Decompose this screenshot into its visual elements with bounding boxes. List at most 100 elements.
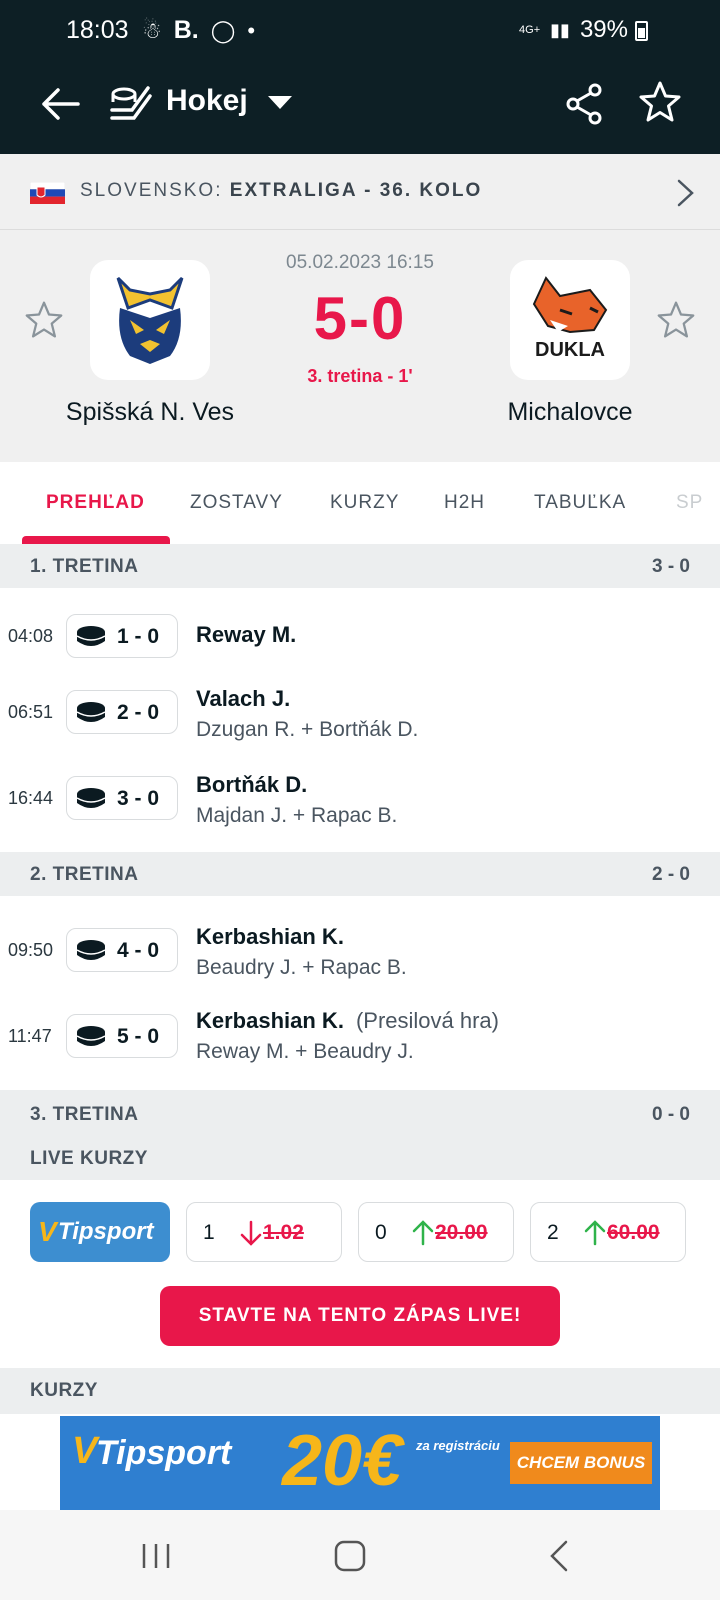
recent-apps-icon[interactable]	[136, 1536, 176, 1576]
event-time: 06:51	[8, 702, 54, 722]
arrow-up-icon	[412, 1220, 434, 1246]
banner-amount: 20€	[282, 1421, 403, 1501]
bet-live-button[interactable]: STAVTE NA TENTO ZÁPAS LIVE!	[160, 1286, 560, 1346]
puck-icon	[76, 940, 106, 960]
odd-key: 0	[375, 1221, 387, 1244]
status-notification-icons: ☃ B. ◯ •	[142, 16, 255, 45]
puck-icon	[76, 788, 106, 808]
system-nav-bar	[0, 1510, 720, 1600]
away-logo-text: DUKLA	[535, 339, 605, 361]
tab-kurzy[interactable]: KURZY	[330, 492, 399, 514]
goal-score-chip: 3 - 0	[66, 776, 178, 820]
chevron-right-icon	[677, 179, 694, 207]
away-favorite-star-icon[interactable]	[656, 300, 696, 340]
favorite-star-icon[interactable]	[638, 80, 682, 124]
odd-value: 20.00	[435, 1221, 488, 1244]
signal-icon: ▮▮	[550, 19, 570, 40]
banner-brand: Tipsport	[96, 1434, 232, 1472]
assist-names: Dzugan R. + Bortňák D.	[196, 718, 419, 741]
tab-prehlad[interactable]: PREHĽAD	[46, 492, 145, 514]
period-score: 2 - 0	[651, 864, 690, 885]
goal-event[interactable]: 16:44 3 - 0 Bortňák D. Majdan J. + Rapac…	[0, 752, 720, 836]
tab-tabulka[interactable]: TABUĽKA	[534, 492, 626, 514]
back-arrow-icon[interactable]	[38, 82, 82, 126]
assist-names: Majdan J. + Rapac B.	[196, 804, 398, 827]
active-tab-indicator	[22, 536, 170, 544]
puck-icon	[76, 702, 106, 722]
odd-key: 2	[547, 1221, 559, 1244]
battery-icon	[635, 21, 648, 41]
sport-dropdown-icon[interactable]	[268, 96, 292, 109]
notification-app-icon: ☃	[142, 17, 162, 43]
event-time: 16:44	[8, 788, 54, 808]
banner-registration: za registráciu	[416, 1438, 500, 1453]
match-score: 5-0	[313, 285, 407, 352]
goal-score-chip: 1 - 0	[66, 614, 178, 658]
tab-more-partial[interactable]: SP	[676, 492, 703, 514]
home-team-logo[interactable]	[90, 260, 210, 380]
instagram-icon: ◯	[210, 17, 236, 43]
notification-dot-icon: •	[247, 17, 256, 43]
match-tabs: PREHĽAD ZOSTAVY KURZY H2H TABUĽKA SP	[0, 462, 720, 544]
goal-note: (Presilová hra)	[355, 1008, 499, 1033]
match-period: 3. tretina - 1'	[307, 366, 413, 386]
period-header: 1. TRETINA 3 - 0	[0, 544, 720, 588]
battery-level: 39%	[579, 16, 628, 43]
odd-home[interactable]: 1 1.02	[186, 1202, 342, 1262]
goal-score-chip: 5 - 0	[66, 1014, 178, 1058]
away-team-logo[interactable]: DUKLA	[510, 260, 630, 380]
odds-section-header: KURZY	[0, 1368, 720, 1414]
tipsport-logo-button[interactable]: V Tipsport	[30, 1202, 170, 1262]
league-country: SLOVENSKO:	[80, 180, 223, 201]
tab-h2h[interactable]: H2H	[444, 492, 485, 514]
event-time: 11:47	[8, 1026, 52, 1046]
assist-names: Beaudry J. + Rapac B.	[196, 956, 407, 979]
goal-score: 5 - 0	[117, 1025, 160, 1048]
goal-score: 3 - 0	[117, 787, 160, 810]
period-score: 3 - 0	[651, 556, 690, 577]
scorer-name: Valach J.	[196, 686, 291, 711]
tipsport-v-icon: V	[38, 1216, 57, 1247]
share-icon[interactable]	[565, 82, 605, 126]
period-label: 1. TRETINA	[30, 556, 139, 577]
home-icon[interactable]	[330, 1536, 370, 1576]
assist-names: Reway M. + Beaudry J.	[196, 1040, 414, 1063]
sport-title[interactable]: Hokej	[166, 84, 248, 118]
odd-draw[interactable]: 0 20.00	[358, 1202, 514, 1262]
league-row[interactable]: SLOVENSKO: EXTRALIGA - 36. KOLO	[0, 154, 720, 230]
back-nav-icon[interactable]	[540, 1536, 580, 1576]
odd-value: 1.02	[263, 1221, 304, 1244]
scorer-name-text: Kerbashian K.	[196, 1008, 344, 1033]
slovakia-flag-icon	[30, 182, 65, 204]
status-bar: 18:03 ☃ B. ◯ • 4G+ ▮▮ 39%	[0, 0, 720, 62]
odd-away[interactable]: 2 60.00	[530, 1202, 686, 1262]
period-header: 2. TRETINA 2 - 0	[0, 852, 720, 896]
live-odds-title: LIVE KURZY	[30, 1148, 148, 1169]
tab-zostavy[interactable]: ZOSTAVY	[190, 492, 283, 514]
goal-score: 1 - 0	[117, 625, 160, 648]
puck-icon	[76, 1026, 106, 1046]
goal-score-chip: 4 - 0	[66, 928, 178, 972]
scorer-name: Kerbashian K.	[196, 924, 344, 949]
league-name: SLOVENSKO: EXTRALIGA - 36. KOLO	[80, 180, 482, 202]
period-header: 3. TRETINA 0 - 0 LIVE KURZY	[0, 1090, 720, 1180]
home-team-name[interactable]: Spišská N. Ves	[30, 398, 270, 427]
goal-event[interactable]: 09:50 4 - 0 Kerbashian K. Beaudry J. + R…	[0, 904, 720, 988]
lynx-logo-icon	[116, 276, 184, 364]
hockey-sport-icon[interactable]	[110, 84, 152, 124]
goal-event[interactable]: 06:51 2 - 0 Valach J. Dzugan R. + Bortňá…	[0, 666, 720, 750]
goal-event[interactable]: 11:47 5 - 0 Kerbashian K. (Presilová hra)…	[0, 990, 720, 1074]
arrow-down-icon	[240, 1220, 262, 1246]
notification-b-icon: B.	[173, 16, 199, 44]
odd-key: 1	[203, 1221, 215, 1244]
banner-bonus-button[interactable]: CHCEM BONUS	[510, 1442, 652, 1484]
scorer-name: Reway M.	[196, 622, 297, 647]
away-team-name[interactable]: Michalovce	[450, 398, 690, 427]
tipsport-banner[interactable]: V Tipsport 20€ za registráciu CHCEM BONU…	[60, 1416, 660, 1510]
home-favorite-star-icon[interactable]	[24, 300, 64, 340]
match-header: DUKLA 05.02.2023 16:15 5-0 3. tretina - …	[0, 230, 720, 462]
live-odds-panel: V Tipsport 1 1.02 0 20.00 2 60.00 STAVTE…	[0, 1180, 720, 1380]
goal-event[interactable]: 04:08 1 - 0 Reway M.	[0, 590, 720, 674]
period-label: 2. TRETINA	[30, 864, 139, 885]
arrow-up-icon	[584, 1220, 606, 1246]
